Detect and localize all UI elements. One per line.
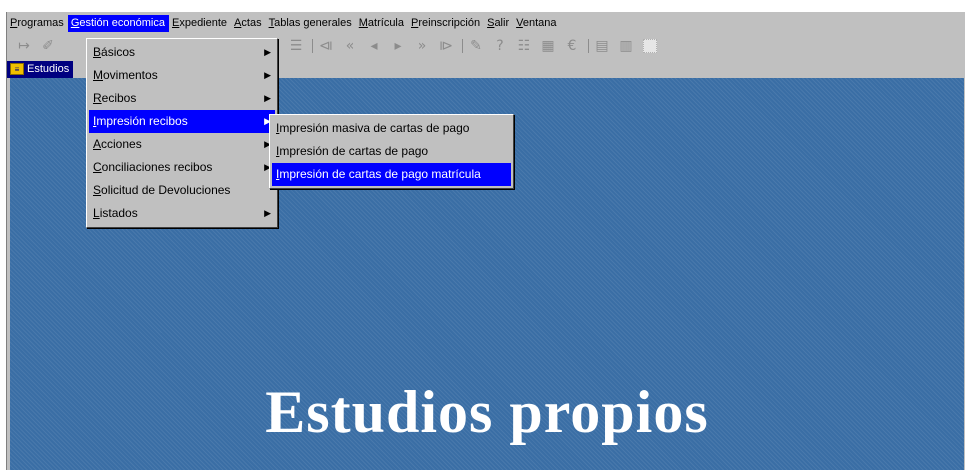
menu-expediente[interactable]: Expediente bbox=[169, 15, 231, 32]
form-icon: ≡ bbox=[10, 63, 24, 75]
next-set-icon[interactable]: » bbox=[411, 35, 433, 57]
submenu-arrow-icon: ▶ bbox=[264, 70, 271, 80]
menu-item-recibos[interactable]: Recibos ▶ bbox=[89, 87, 275, 110]
next-record-icon[interactable]: ▸ bbox=[387, 35, 409, 57]
menu-item-impresion-cartas-pago[interactable]: Impresión de cartas de pago bbox=[272, 140, 511, 163]
document-tab-label: Estudios bbox=[27, 63, 70, 75]
menu-matricula[interactable]: Matrícula bbox=[356, 15, 408, 32]
menu-item-listados[interactable]: Listados ▶ bbox=[89, 202, 275, 225]
menu-item-solicitud-devoluciones[interactable]: Solicitud de Devoluciones bbox=[89, 179, 275, 202]
menu-tablas-generales[interactable]: Tablas generales bbox=[266, 15, 356, 32]
menu-preinscripcion[interactable]: Preinscripción bbox=[408, 15, 484, 32]
gestion-economica-menu: Básicos ▶ Movimentos ▶ Recibos ▶ Impresión … bbox=[86, 38, 278, 228]
document-tab[interactable]: ≡ Estudios bbox=[7, 60, 74, 78]
menu-item-conciliaciones-recibos[interactable]: Conciliaciones recibos ▶ bbox=[89, 156, 275, 179]
menu-gestion-economica[interactable]: Gestión económica bbox=[67, 14, 169, 32]
edit-icon[interactable]: ✎ bbox=[465, 35, 487, 57]
submenu-arrow-icon: ▶ bbox=[264, 47, 271, 57]
menu-salir[interactable]: Salir bbox=[484, 15, 513, 32]
menu-item-impresion-recibos[interactable]: Impresión recibos ▶ bbox=[89, 110, 275, 133]
grid-icon[interactable] bbox=[643, 39, 657, 53]
help-icon[interactable]: ? bbox=[489, 35, 511, 57]
last-record-icon[interactable]: ⧐ bbox=[435, 35, 457, 57]
doc2-icon[interactable]: ▥ bbox=[615, 35, 637, 57]
menu-programas[interactable]: Programas bbox=[7, 15, 68, 32]
submenu-arrow-icon: ▶ bbox=[264, 93, 271, 103]
menu-actas[interactable]: Actas bbox=[231, 15, 266, 32]
list-icon[interactable]: ☷ bbox=[513, 35, 535, 57]
open-icon[interactable]: ✐ bbox=[37, 35, 59, 57]
clear-icon[interactable]: ☰ bbox=[285, 35, 307, 57]
impresion-recibos-submenu: Impresión masiva de cartas de pago Impre… bbox=[269, 114, 514, 189]
doc-icon[interactable]: ▤ bbox=[591, 35, 613, 57]
workspace-title: Estudios propios bbox=[265, 379, 709, 445]
menu-item-acciones[interactable]: Acciones ▶ bbox=[89, 133, 275, 156]
menu-item-impresion-masiva-cartas[interactable]: Impresión masiva de cartas de pago bbox=[272, 117, 511, 140]
menu-item-impresion-cartas-pago-matricula[interactable]: Impresión de cartas de pago matrícula bbox=[272, 163, 511, 186]
menu-ventana[interactable]: Ventana bbox=[513, 15, 560, 32]
menu-item-basicos[interactable]: Básicos ▶ bbox=[89, 41, 275, 64]
prev-set-icon[interactable]: « bbox=[339, 35, 361, 57]
calendar-icon[interactable]: ▦ bbox=[537, 35, 559, 57]
menubar: Programas Gestión económica Expediente A… bbox=[7, 14, 965, 32]
menu-item-movimentos[interactable]: Movimentos ▶ bbox=[89, 64, 275, 87]
first-record-icon[interactable]: ⧏ bbox=[315, 35, 337, 57]
enter-icon[interactable]: ↦ bbox=[13, 35, 35, 57]
prev-record-icon[interactable]: ◂ bbox=[363, 35, 385, 57]
submenu-arrow-icon: ▶ bbox=[264, 208, 271, 218]
euro-icon[interactable]: € bbox=[561, 35, 583, 57]
